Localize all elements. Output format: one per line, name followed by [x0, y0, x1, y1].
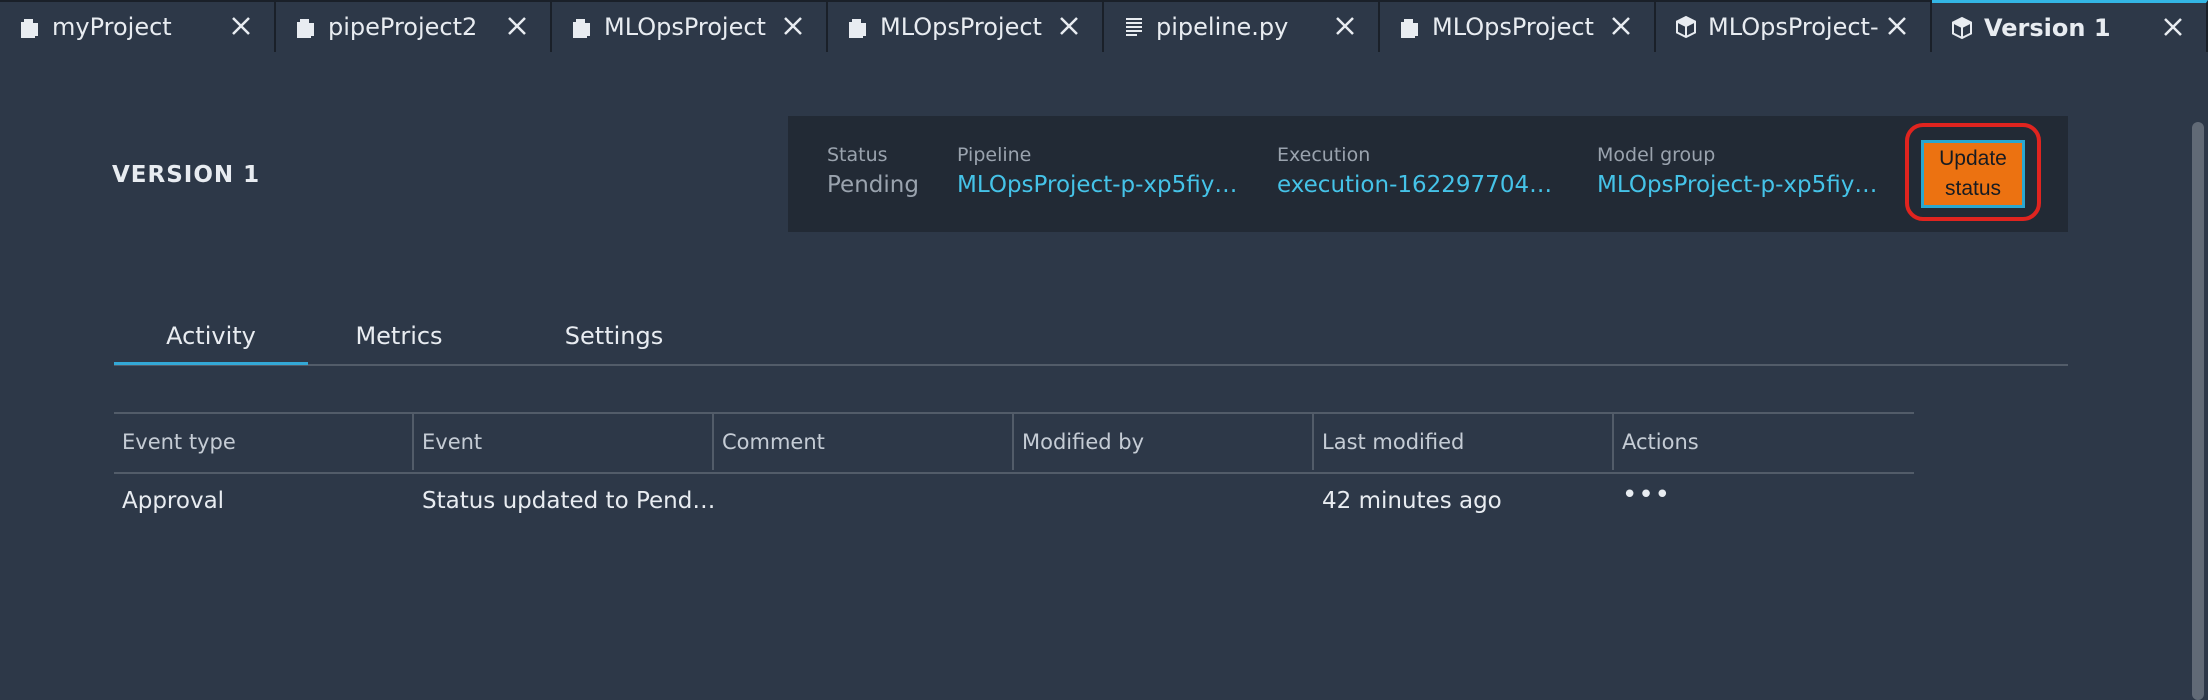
table-header: Event type Event Comment Modified by Las… — [114, 412, 1914, 474]
tab-label: MLOpsProject — [880, 13, 1042, 41]
tab-label: Version 1 — [1984, 13, 2111, 42]
tab-label: pipeProject2 — [328, 13, 478, 41]
scrollbar-thumb[interactable] — [2192, 122, 2204, 700]
pipeline-label: Pipeline — [957, 144, 1032, 166]
close-icon[interactable] — [2160, 14, 2186, 40]
tab-mlopsproject-p[interactable]: MLOpsProject-p — [1656, 0, 1932, 52]
execution-link[interactable]: execution-162297704… — [1277, 172, 1552, 198]
activity-table: Event type Event Comment Modified by Las… — [114, 412, 1914, 526]
project-icon — [1398, 15, 1422, 39]
project-icon — [294, 15, 318, 39]
column-header[interactable]: Comment — [714, 414, 1014, 470]
column-header[interactable]: Last modified — [1314, 414, 1614, 470]
execution-field: Execution execution-162297704… — [1277, 144, 1552, 198]
model-version-summary: Status Pending Pipeline MLOpsProject-p-x… — [788, 116, 2068, 232]
status-field: Status Pending — [827, 144, 919, 198]
cell-event: Status updated to Pend… — [422, 488, 714, 514]
column-header[interactable]: Actions — [1614, 414, 1914, 470]
close-icon[interactable] — [1884, 13, 1910, 39]
cell-event-type: Approval — [122, 488, 225, 514]
close-icon[interactable] — [1056, 13, 1082, 39]
tab-mlopsproject-3[interactable]: MLOpsProject — [1380, 0, 1656, 52]
project-icon — [846, 15, 870, 39]
project-icon — [570, 15, 594, 39]
cell-last-modified: 42 minutes ago — [1322, 488, 1502, 514]
version-tabs: Activity Metrics Settings — [114, 320, 2068, 366]
project-icon — [18, 15, 42, 39]
tab-pipeproject2[interactable]: pipeProject2 — [276, 0, 552, 52]
file-icon — [1122, 15, 1146, 39]
vertical-scrollbar[interactable] — [2186, 52, 2208, 700]
package-icon — [1674, 15, 1698, 39]
model-group-label: Model group — [1597, 144, 1716, 166]
close-icon[interactable] — [504, 13, 530, 39]
model-group-field: Model group MLOpsProject-p-xp5fiy… — [1597, 144, 1877, 198]
column-header[interactable]: Modified by — [1014, 414, 1314, 470]
editor-tab-bar: myProject pipeProject2 MLOpsProject MLOp… — [0, 0, 2208, 52]
tab-activity[interactable]: Activity — [114, 320, 308, 365]
status-value: Pending — [827, 172, 919, 198]
tab-mlopsproject-2[interactable]: MLOpsProject — [828, 0, 1104, 52]
execution-label: Execution — [1277, 144, 1371, 166]
tab-myproject[interactable]: myProject — [0, 0, 276, 52]
tab-label: MLOpsProject — [1432, 13, 1594, 41]
update-status-button[interactable]: Update status — [1921, 140, 2025, 208]
tab-label: MLOpsProject — [604, 13, 766, 41]
table-row: Approval Status updated to Pend… 42 minu… — [114, 474, 1914, 526]
package-icon — [1950, 16, 1974, 40]
close-icon[interactable] — [780, 13, 806, 39]
tab-pipeline-py[interactable]: pipeline.py — [1104, 0, 1380, 52]
close-icon[interactable] — [228, 13, 254, 39]
column-header[interactable]: Event type — [114, 414, 414, 470]
page-title: VERSION 1 — [112, 162, 261, 188]
close-icon[interactable] — [1608, 13, 1634, 39]
column-header[interactable]: Event — [414, 414, 714, 470]
tab-settings[interactable]: Settings — [544, 320, 684, 362]
status-label: Status — [827, 144, 888, 166]
model-group-link[interactable]: MLOpsProject-p-xp5fiy… — [1597, 172, 1877, 198]
tab-mlopsproject-1[interactable]: MLOpsProject — [552, 0, 828, 52]
row-actions-menu[interactable]: ••• — [1614, 474, 1914, 526]
tab-version-1[interactable]: Version 1 — [1932, 0, 2208, 52]
tab-label: pipeline.py — [1156, 13, 1289, 41]
tab-label: myProject — [52, 13, 172, 41]
close-icon[interactable] — [1332, 13, 1358, 39]
highlight-outline: Update status — [1905, 123, 2041, 221]
pipeline-link[interactable]: MLOpsProject-p-xp5fiy… — [957, 172, 1237, 198]
cell-comment — [714, 474, 1014, 526]
tab-metrics[interactable]: Metrics — [344, 320, 454, 362]
tab-label: MLOpsProject-p — [1708, 13, 1878, 41]
cell-modified-by — [1014, 474, 1314, 526]
pipeline-field: Pipeline MLOpsProject-p-xp5fiy… — [957, 144, 1237, 198]
